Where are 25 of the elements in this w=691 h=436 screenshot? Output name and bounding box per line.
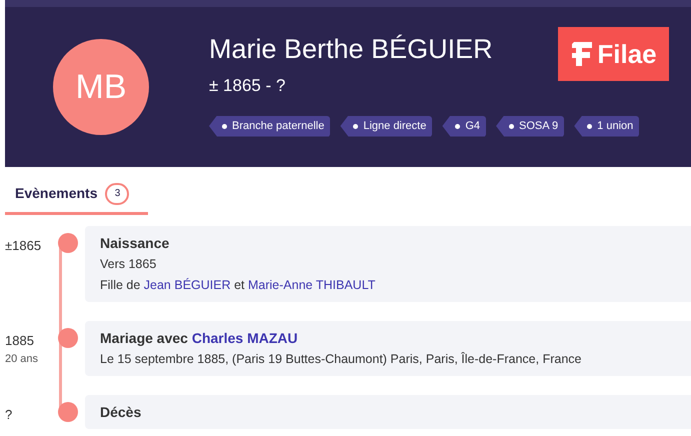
avatar: MB — [53, 39, 149, 135]
event-date: ? — [5, 406, 14, 424]
person-link[interactable]: Marie-Anne THIBAULT — [248, 278, 376, 292]
tag: 1 union — [574, 116, 640, 136]
logo: Filae — [558, 27, 669, 81]
event-title: Naissance — [100, 234, 170, 252]
event-age: 20 ans — [5, 352, 40, 366]
tag: G4 — [442, 116, 486, 136]
lifespan: ± 1865 - ? — [209, 75, 286, 97]
event-title: Mariage avec Charles MAZAU — [100, 329, 299, 347]
tag: SOSA 9 — [496, 116, 564, 136]
person-name: Marie Berthe BÉGUIER — [209, 33, 493, 66]
event-detail: Fille de Jean BÉGUIER et Marie-Anne THIBAULT — [100, 277, 376, 294]
count-badge: 3 — [105, 182, 130, 204]
event-detail: Le 15 septembre 1885, (Paris 19 Buttes-Chaumont) Paris, Paris, Île-de-France, France — [100, 351, 582, 368]
event-detail: Vers 1865 — [100, 256, 158, 273]
person-link[interactable]: Jean BÉGUIER — [144, 278, 231, 292]
events-tab[interactable]: Evènements 3 — [5, 175, 148, 215]
event-date: 1885 — [5, 332, 35, 350]
person-link[interactable]: Charles MAZAU — [192, 330, 298, 346]
event-date: ±1865 — [5, 237, 42, 255]
event-title: Décès — [100, 403, 142, 421]
tag: Ligne directe — [340, 116, 432, 136]
tag: Branche paternelle — [209, 116, 330, 136]
logo-icon — [570, 40, 594, 68]
